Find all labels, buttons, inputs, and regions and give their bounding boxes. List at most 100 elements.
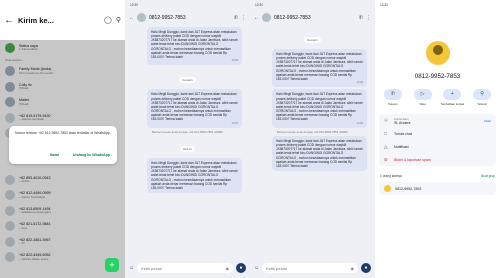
contact-item[interactable]: Mader Pribadi	[0, 95, 125, 111]
invite-button[interactable]: Undang ke WhatsApp	[73, 153, 110, 157]
archive-icon: □	[384, 131, 387, 136]
emoji-icon[interactable]: ☺	[254, 265, 259, 271]
row-badge[interactable]: Ubah	[484, 119, 491, 123]
avatar	[5, 236, 15, 247]
call-action[interactable]: ✆ Telepon	[381, 89, 405, 106]
chat-title[interactable]: 0812-9952-7853	[274, 15, 356, 21]
avatar[interactable]	[137, 13, 146, 22]
contact-item[interactable]: +62 822-1881-5967 ~ Zz	[0, 234, 125, 250]
contact-sub: ~ Ana	[19, 225, 27, 230]
groups-header: 1 orang lainnya Buat grup	[375, 166, 500, 180]
back-arrow-icon[interactable]: ←	[4, 15, 14, 26]
message-time: 10.26	[231, 59, 239, 63]
search-icon[interactable]: ⚲	[116, 16, 121, 24]
video-action[interactable]: ▷ Video	[411, 89, 435, 106]
message-placeholder: Ketik pesan	[266, 265, 288, 271]
section-label: Chat terbaru	[5, 57, 22, 62]
message-bubble[interactable]: Halo Megil Dunggio, kami dari J&T Expres…	[272, 89, 367, 128]
message-bubble[interactable]: Halo Megil Dunggio, kami dari J&T Expres…	[272, 135, 367, 171]
mic-icon[interactable]: ●	[361, 263, 371, 273]
cancel-button[interactable]: Batal	[50, 153, 59, 157]
contact-item[interactable]: +62 819-9179-9430 ~ saiptoo semisate	[0, 110, 125, 126]
more-icon[interactable]: ⋮	[366, 15, 371, 21]
new-chat-fab[interactable]: +	[105, 258, 119, 272]
avatar	[5, 42, 15, 53]
message-text: Halo Megil Dunggio, kami dari J&T Expres…	[276, 138, 363, 168]
date-chip: Kemarin	[250, 28, 375, 46]
more-icon[interactable]: ⋮	[241, 15, 246, 21]
action-label: Telepon	[387, 102, 398, 106]
contact-actions: ✆ Telepon ▷ Video + Tambahkan kontak ⚲ Telus…	[375, 89, 500, 106]
contact-item[interactable]: Colly 9z Pribadi	[0, 79, 125, 95]
settings-row[interactable]: ⊘ Blokir & laporkan spam	[379, 153, 496, 166]
contact-sub: ~ Fahmi Nurhidayat	[19, 194, 46, 199]
row-label: Tunda chat	[394, 131, 412, 136]
contact-phone: 0812-9952-7853	[414, 73, 461, 80]
settings-row[interactable]: ☉ Antrisi alam SL Anders Ubah	[379, 114, 496, 127]
member-name: 0812-9952-7853	[395, 186, 422, 191]
system-note: Berhenti pesan anda dengan +62 812-9552-…	[277, 129, 348, 134]
add-group-button[interactable]: Buat grup	[481, 174, 495, 178]
add-contact-icon: +	[443, 89, 462, 100]
emoji-icon[interactable]: ☺	[129, 265, 134, 271]
row-label: Blokir & laporkan spam	[394, 157, 431, 162]
picker-topbar: ← Kirim ke... ◯ ⚲	[0, 0, 125, 40]
camera-icon[interactable]: ◉	[226, 266, 230, 271]
contact-sub: Pribadi	[19, 86, 29, 91]
avatar	[5, 97, 15, 108]
message-time: 10.26	[356, 81, 364, 85]
avatar	[5, 221, 15, 232]
mic-icon[interactable]: ●	[236, 263, 246, 273]
avatar[interactable]	[262, 13, 271, 22]
chat-title[interactable]: 0812-9952-7853	[149, 15, 231, 21]
message-time: 10.26	[356, 121, 364, 125]
settings-card: ☉ Antrisi alam SL Anders Ubah □ Tunda cha…	[379, 114, 496, 166]
message-time: 10.26	[231, 121, 239, 125]
member-row[interactable]: 0812-9952-7853	[379, 182, 496, 195]
contact-item[interactable]: +62 813-6509-1494 ~ fafaalsusmulyanegara	[0, 203, 125, 219]
message-bubble[interactable]: Halo Megil Dunggio, kami dari J&T Expres…	[147, 89, 242, 128]
status-bar: 12:30	[130, 3, 138, 7]
settings-row[interactable]: □ Tunda chat	[379, 127, 496, 140]
action-label: Video	[419, 102, 427, 106]
message-bubble[interactable]: Halo Megil Dunggio, kami dari J&T Expres…	[272, 49, 367, 88]
contact-item[interactable]: Family Mode (Anda) Kirim pesan ke diri se…	[0, 64, 125, 80]
message-text: Halo Megil Dunggio, kami dari J&T Expres…	[151, 92, 238, 122]
message-input[interactable]: Ketik pesan ◉	[137, 263, 233, 273]
message-text: Halo Megil Dunggio, kami dari J&T Expres…	[151, 30, 238, 59]
phone-icon[interactable]: ✆	[234, 15, 238, 21]
contact-info-panel: 12:30 0812-9952-7853 ✆ Telepon ▷ Video + Ta…	[375, 0, 500, 278]
contact-avatar[interactable]	[425, 41, 450, 65]
picker-title: Kirim ke...	[18, 15, 54, 25]
composer: ☺ Ketik pesan ◉ ●	[254, 262, 371, 274]
message-bubble[interactable]: Halo Megil Dunggio, kami dari J&T Expres…	[147, 157, 242, 193]
settings-row[interactable]: △ Notifikasi	[379, 140, 496, 153]
date-chip-label: Kemarin	[304, 37, 321, 43]
add-contact-action[interactable]: + Tambahkan kontak	[440, 89, 464, 106]
message-input[interactable]: Ketik pesan ◉	[262, 263, 358, 273]
back-arrow-icon[interactable]: ←	[129, 15, 134, 21]
composer: ☺ Ketik pesan ◉ ●	[129, 262, 246, 274]
search-action[interactable]: ⚲ Telusuri	[470, 89, 494, 106]
contact-item[interactable]: +62 821-5172-9881 ~ Ana	[0, 219, 125, 235]
system-note: Berhenti pesan anda dengan +62 812-9552-…	[152, 129, 223, 134]
message-bubble[interactable]: Halo Megil Dunggio, kami dari J&T Expres…	[147, 27, 242, 66]
contact-sub: ~ Zz	[19, 241, 25, 246]
add-person-icon[interactable]: ◯	[104, 16, 112, 24]
chat-header: ← 0812-9952-7853 ✆ ⋮	[250, 10, 375, 25]
contact-item[interactable]: +62 812-4490-0999 ~ Fahmi Nurhidayat	[0, 188, 125, 204]
back-arrow-icon[interactable]: ←	[254, 15, 259, 21]
chat-panel-2: 12:30 ← 0812-9952-7853 ✆ ⋮ Kemarin Halo …	[250, 0, 375, 278]
contact-item[interactable]: +62 853-4010-0543 ~ Ardita	[0, 172, 125, 188]
camera-icon[interactable]: ◉	[351, 266, 355, 271]
contact-item-status[interactable]: Status saya 1 dikecualikan	[0, 40, 125, 56]
chat-panel-1: 12:30 ← 0812-9952-7853 ✆ ⋮ Halo Megil Du…	[125, 0, 250, 278]
phone-icon[interactable]: ✆	[359, 15, 363, 21]
status-bar: 12:30	[255, 3, 263, 7]
avatar	[5, 66, 15, 77]
screenshot-collage: ← Kirim ke... ◯ ⚲ Status saya 1 dikecuali…	[0, 0, 500, 278]
message-placeholder: Ketik pesan	[141, 265, 163, 271]
avatar	[5, 174, 15, 185]
avatar	[5, 112, 15, 123]
contact-sub: ~ saiptoo semisate	[19, 117, 45, 122]
